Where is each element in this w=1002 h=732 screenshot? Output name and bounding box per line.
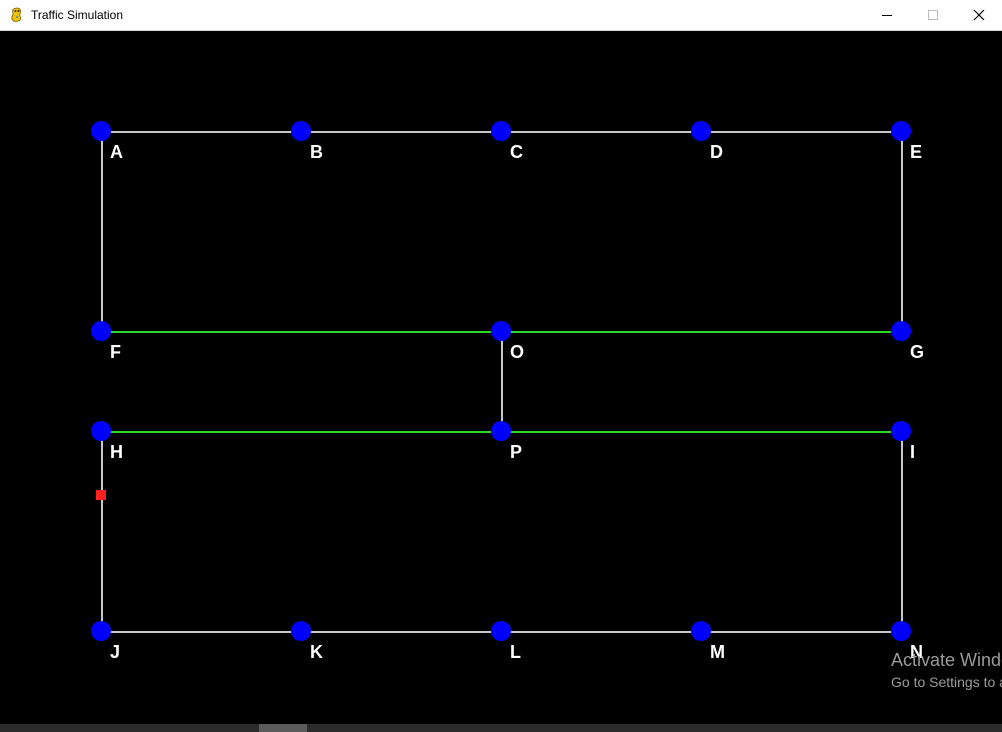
node-label-e: E [910,142,922,162]
node-label-f: F [110,342,121,362]
maximize-button[interactable] [910,0,956,30]
maximize-icon [928,10,938,20]
app-window: Traffic Simulation ABCDEFOGHPIJKLMN Acti… [0,0,1002,732]
node-g [891,321,911,341]
title-bar[interactable]: Traffic Simulation [0,0,1002,31]
watermark-subtitle: Go to Settings to activate Windows. [891,674,1002,690]
activation-watermark: Activate Windows Go to Settings to activ… [891,649,1002,692]
node-j [91,621,111,641]
node-label-a: A [110,142,123,162]
node-a [91,121,111,141]
node-label-j: J [110,642,120,662]
node-label-o: O [510,342,524,362]
node-i [891,421,911,441]
minimize-icon [882,15,892,16]
window-title: Traffic Simulation [31,8,124,22]
node-k [291,621,311,641]
node-label-l: L [510,642,521,662]
node-label-i: I [910,442,915,462]
vehicle-car-1 [96,490,106,500]
scrollbar-thumb[interactable] [259,724,307,732]
node-l [491,621,511,641]
node-label-h: H [110,442,123,462]
node-label-m: M [710,642,725,662]
close-button[interactable] [956,0,1002,30]
pygame-snake-icon [11,7,22,22]
node-m [691,621,711,641]
simulation-canvas[interactable]: ABCDEFOGHPIJKLMN Activate Windows Go to … [0,31,1002,724]
close-icon [973,9,985,21]
node-e [891,121,911,141]
node-label-b: B [310,142,323,162]
node-label-k: K [310,642,323,662]
node-o [491,321,511,341]
minimize-button[interactable] [864,0,910,30]
horizontal-scrollbar[interactable] [0,724,1002,732]
node-f [91,321,111,341]
node-b [291,121,311,141]
node-p [491,421,511,441]
node-label-p: P [510,442,522,462]
node-label-c: C [510,142,523,162]
node-n [891,621,911,641]
node-label-d: D [710,142,723,162]
node-d [691,121,711,141]
node-h [91,421,111,441]
watermark-title: Activate Windows [891,650,1002,670]
node-label-g: G [910,342,924,362]
road-network: A B C D EF O GH P IJ K L M N [91,121,924,662]
node-c [491,121,511,141]
